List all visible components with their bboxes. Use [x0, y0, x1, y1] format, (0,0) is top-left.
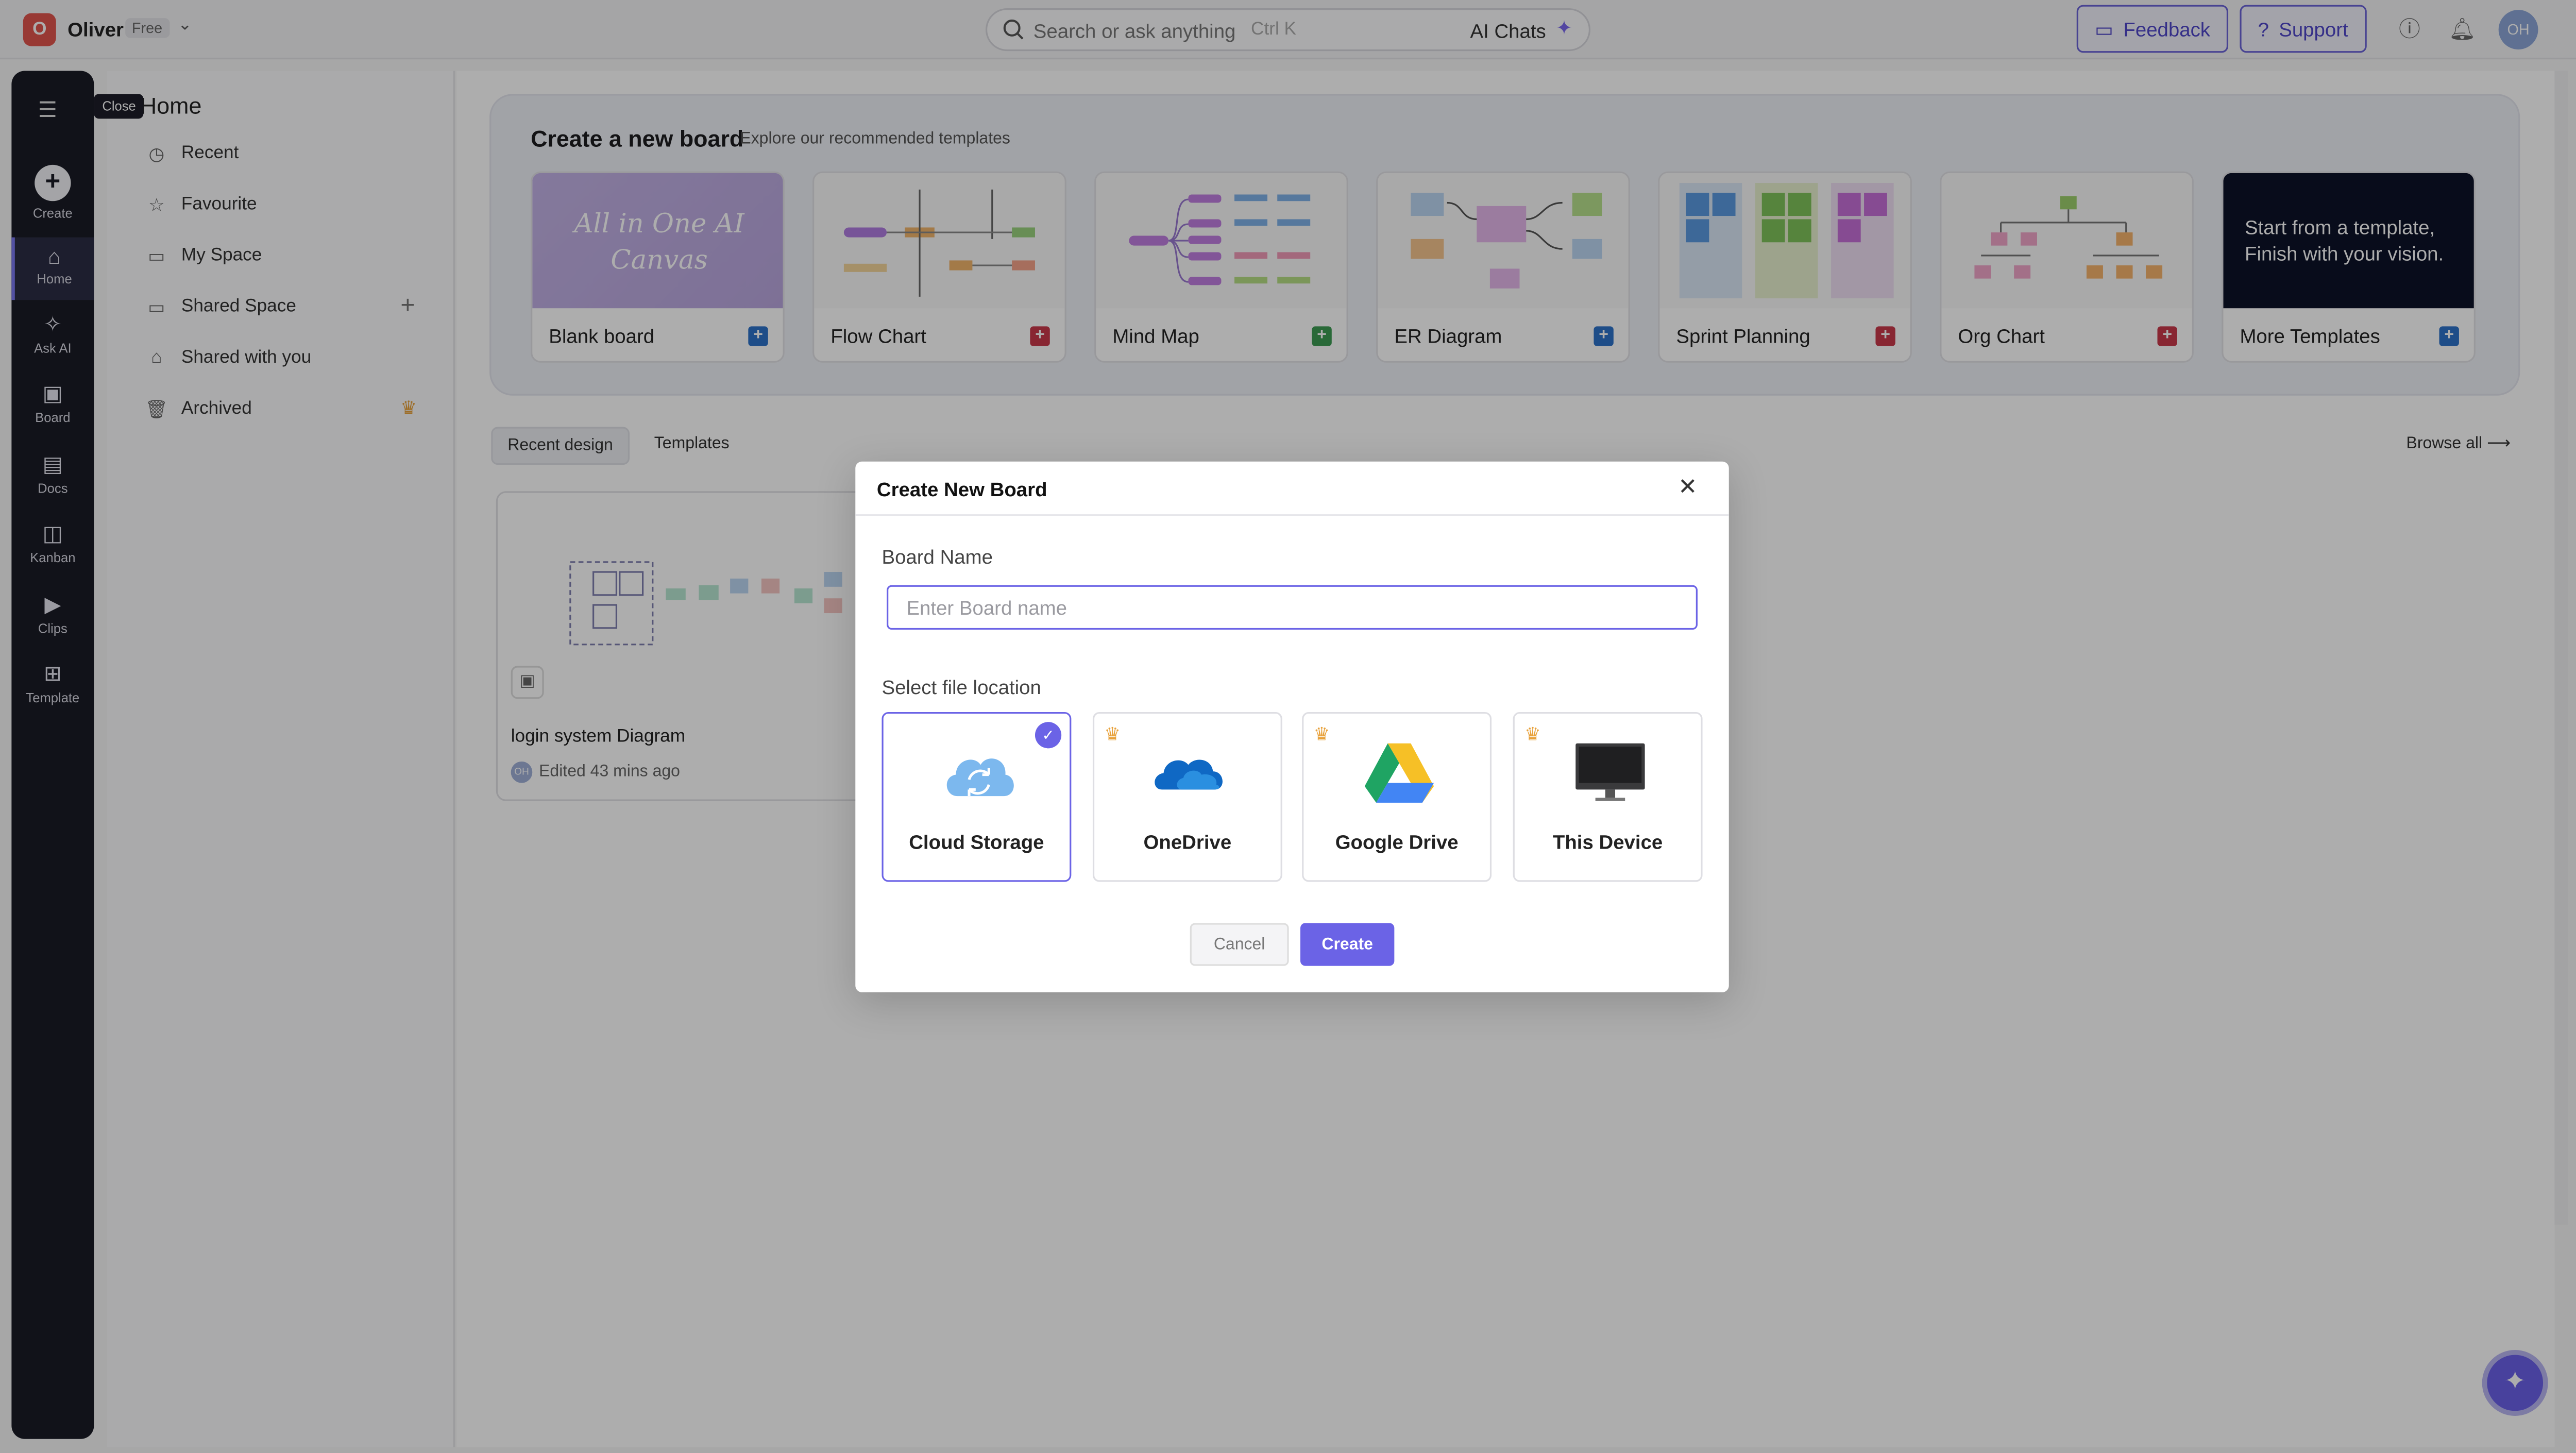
cloud-storage-icon	[946, 758, 1014, 797]
create-board-modal: Create New Board ✕ Board Name Select fil…	[855, 461, 1729, 992]
location-this-device[interactable]: ♛ This Device	[1513, 712, 1703, 882]
board-name-label: Board Name	[882, 545, 993, 569]
location-onedrive[interactable]: ♛ OneDrive	[1092, 712, 1282, 882]
close-icon[interactable]: ✕	[1676, 473, 1699, 501]
onedrive-icon	[1155, 759, 1223, 790]
check-icon: ✓	[1035, 722, 1062, 749]
crown-icon: ♛	[1313, 725, 1330, 745]
modal-title: Create New Board	[876, 478, 1047, 501]
location-google-drive[interactable]: ♛ Google Drive	[1302, 712, 1492, 882]
location-label: Cloud Storage	[909, 831, 1044, 854]
location-cloud-storage[interactable]: ✓ Cloud Storage	[882, 712, 1072, 882]
location-label: This Device	[1552, 831, 1663, 854]
create-button[interactable]: Create	[1300, 923, 1395, 966]
google-drive-icon	[1364, 743, 1434, 803]
app-root: O Oliver Free ⌄ Search or ask anything C…	[0, 0, 2576, 1453]
crown-icon: ♛	[1524, 725, 1541, 745]
location-label: OneDrive	[1143, 831, 1232, 854]
modal-header: Create New Board ✕	[855, 462, 1729, 516]
location-label: Google Drive	[1335, 831, 1459, 854]
cancel-button[interactable]: Cancel	[1190, 923, 1289, 966]
crown-icon: ♛	[1104, 725, 1121, 745]
board-name-input[interactable]	[887, 585, 1698, 630]
file-location-label: Select file location	[882, 675, 1041, 699]
monitor-icon	[1575, 743, 1645, 801]
